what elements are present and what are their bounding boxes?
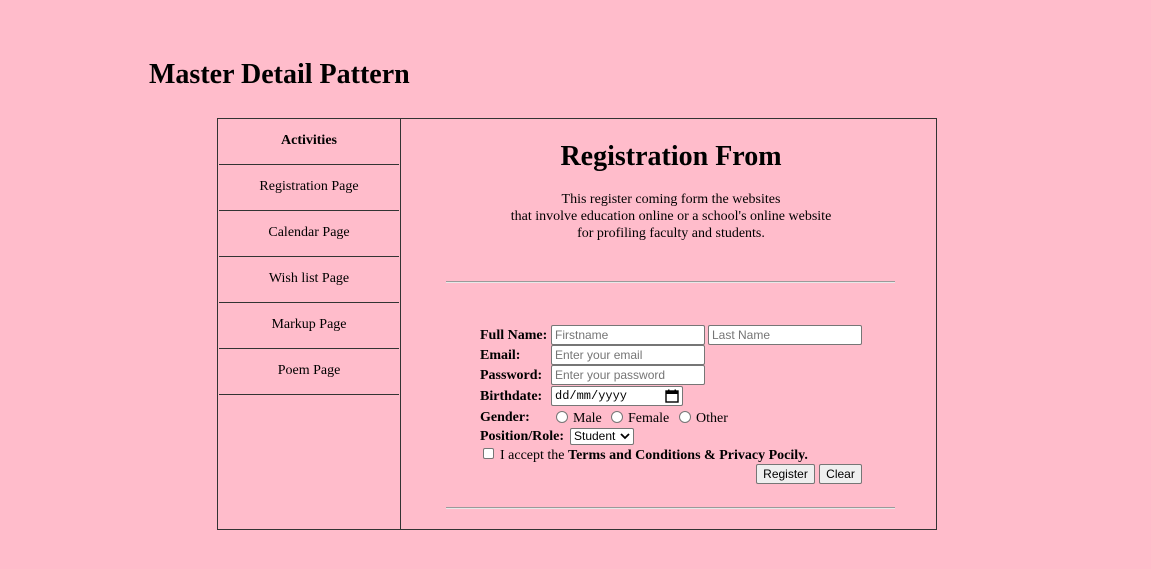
form-title: Registration From (560, 141, 782, 172)
gender-other-radio[interactable] (679, 411, 691, 423)
gender-female-radio[interactable] (611, 411, 623, 423)
sidebar-item-calendar[interactable]: Calendar Page (219, 211, 399, 257)
sidebar-item-poem[interactable]: Poem Page (219, 349, 399, 395)
description-line: for profiling faculty and students. (577, 226, 765, 241)
sidebar-item-markup[interactable]: Markup Page (219, 303, 399, 349)
position-select[interactable]: Student (570, 428, 634, 445)
description-line: that involve education online or a schoo… (510, 209, 832, 224)
email-label: Email: (480, 348, 521, 363)
password-input[interactable] (551, 365, 705, 385)
detail-panel: Registration From This register coming f… (401, 119, 936, 529)
sidebar-header: Activities (219, 119, 399, 165)
gender-male-label: Male (573, 411, 602, 426)
email-input[interactable] (551, 345, 705, 365)
terms-prefix: I accept the (500, 448, 569, 463)
page-title: Master Detail Pattern (149, 59, 410, 90)
master-detail-frame: Activities Registration Page Calendar Pa… (217, 118, 937, 530)
birthdate-label: Birthdate: (480, 389, 543, 404)
form-description: This register coming form the websites t… (401, 191, 941, 242)
gender-female-label: Female (628, 411, 670, 426)
description-line: This register coming form the websites (561, 192, 781, 207)
chevron-down-icon (620, 433, 630, 440)
sidebar: Activities Registration Page Calendar Pa… (218, 119, 401, 529)
terms-checkbox[interactable] (483, 448, 494, 459)
clear-button[interactable]: Clear (819, 464, 862, 484)
gender-other-label: Other (696, 411, 728, 426)
password-label: Password: (480, 368, 543, 383)
birthdate-input[interactable]: dd/mm/yyyy (551, 386, 683, 406)
gender-label: Gender: (480, 410, 530, 425)
terms-link-text: Terms and Conditions & Privacy Pocily. (568, 448, 808, 463)
position-label: Position/Role: (480, 429, 564, 444)
last-name-input[interactable] (708, 325, 862, 345)
full-name-label: Full Name: (480, 328, 548, 343)
register-button[interactable]: Register (756, 464, 815, 484)
first-name-input[interactable] (551, 325, 705, 345)
birthdate-value: dd/mm/yyyy (555, 389, 628, 403)
top-divider (446, 281, 895, 283)
calendar-icon[interactable] (665, 389, 679, 403)
position-selected-value: Student (574, 429, 616, 443)
sidebar-item-wish-list[interactable]: Wish list Page (219, 257, 399, 303)
gender-male-radio[interactable] (556, 411, 568, 423)
terms-label: I accept the Terms and Conditions & Priv… (500, 447, 808, 464)
sidebar-item-registration[interactable]: Registration Page (219, 165, 399, 211)
bottom-divider (446, 507, 895, 509)
